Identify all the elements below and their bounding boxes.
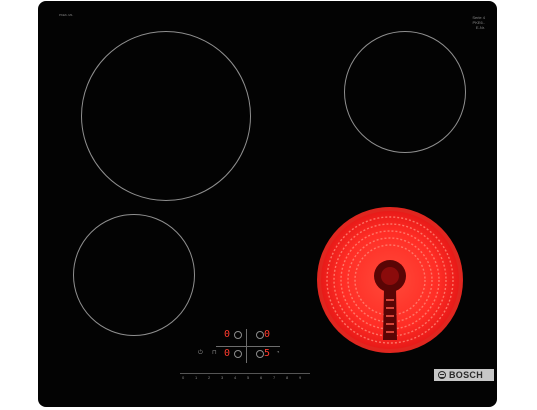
bosch-logo-icon	[438, 371, 446, 379]
level-display-front-left: 0	[224, 348, 231, 359]
cooking-zone-front-left[interactable]	[73, 214, 195, 336]
cooking-zone-rear-left[interactable]	[81, 31, 251, 201]
slider-value[interactable]: 3	[221, 376, 223, 380]
zone-select-button-front-right[interactable]	[256, 350, 264, 358]
slider-value[interactable]: 1	[195, 376, 197, 380]
cooking-zone-front-right-active[interactable]	[316, 206, 464, 354]
power-level-slider[interactable]: 0 1 2 3 4 5 6 7 8 9	[180, 373, 310, 382]
cooktop-glass: PKE6..M1. Serie 4 PKE6.. E-Nr. 0 0 ⏻ ⊓ 0…	[38, 1, 497, 407]
zone-select-button-front-left[interactable]	[234, 350, 242, 358]
level-display-rear-right: 0	[264, 329, 271, 340]
slider-value[interactable]: 9	[299, 376, 301, 380]
slider-value[interactable]: 2	[208, 376, 210, 380]
level-display-rear-left: 0	[224, 329, 231, 340]
slider-value[interactable]: 6	[260, 376, 262, 380]
slider-value[interactable]: 4	[234, 376, 236, 380]
slider-value[interactable]: 8	[286, 376, 288, 380]
slider-value[interactable]: 5	[247, 376, 249, 380]
model-code-label: PKE6..M1.	[59, 13, 74, 17]
lock-icon[interactable]: ⊓	[212, 350, 217, 356]
brand-plate: BOSCH	[434, 369, 494, 381]
brand-name: BOSCH	[449, 370, 484, 380]
power-icon[interactable]: ⏻	[198, 350, 203, 356]
cooking-zone-rear-right[interactable]	[344, 31, 466, 153]
slider-value[interactable]: 7	[273, 376, 275, 380]
control-divider-horizontal	[216, 346, 280, 347]
zone-select-button-rear-right[interactable]	[256, 331, 264, 339]
slider-value[interactable]: 0	[182, 376, 184, 380]
level-display-front-right: 5	[264, 348, 271, 359]
timer-icon[interactable]: ◔	[276, 350, 280, 356]
zone-select-button-rear-left[interactable]	[234, 331, 242, 339]
spec-label: Serie 4 PKE6.. E-Nr.	[472, 15, 485, 30]
heating-element-glow	[317, 207, 463, 353]
